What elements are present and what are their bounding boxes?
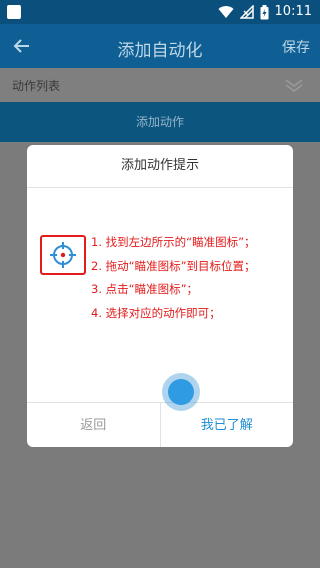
aim-button-dot	[168, 379, 194, 405]
step-text: 1. 找到左边所示的“瞄准图标”；	[91, 235, 256, 249]
add-action-tip-dialog: 添加动作提示 1. 找到左边所示的“瞄准图标”； 2. 拖动“瞄准图标”到目标位…	[27, 145, 293, 447]
instruction-steps: 1. 找到左边所示的“瞄准图标”； 2. 拖动“瞄准图标”到目标位置； 3. 点…	[91, 231, 291, 325]
page-title: 添加自动化	[117, 41, 203, 61]
target-icon	[50, 242, 76, 268]
save-button[interactable]: 保存	[282, 37, 310, 57]
back-arrow-icon[interactable]	[12, 36, 32, 56]
action-list-header[interactable]: 动作列表	[0, 68, 320, 102]
step-text: 2. 拖动“瞄准图标”到目标位置；	[91, 258, 256, 273]
status-time: 10:11	[274, 4, 312, 19]
wifi-icon	[218, 6, 234, 19]
add-action-button[interactable]: 添加动作	[0, 102, 320, 142]
dialog-footer: 返回 我已了解	[27, 402, 293, 447]
notification-icon	[7, 5, 21, 19]
signal-icon	[239, 5, 254, 19]
dialog-title: 添加动作提示	[27, 145, 293, 188]
step-text: 3. 点击“瞄准图标”；	[91, 282, 199, 296]
battery-icon	[260, 4, 269, 19]
floating-aim-button[interactable]	[162, 373, 200, 411]
target-icon-box	[40, 235, 86, 275]
chevron-down-icon[interactable]	[284, 77, 304, 93]
action-list-label: 动作列表	[12, 79, 61, 93]
app-bar: 添加自动化 保存	[0, 24, 320, 68]
status-bar: 10:11	[0, 0, 320, 24]
step-text: 4. 选择对应的动作即可；	[91, 305, 221, 320]
return-button[interactable]: 返回	[27, 403, 161, 447]
